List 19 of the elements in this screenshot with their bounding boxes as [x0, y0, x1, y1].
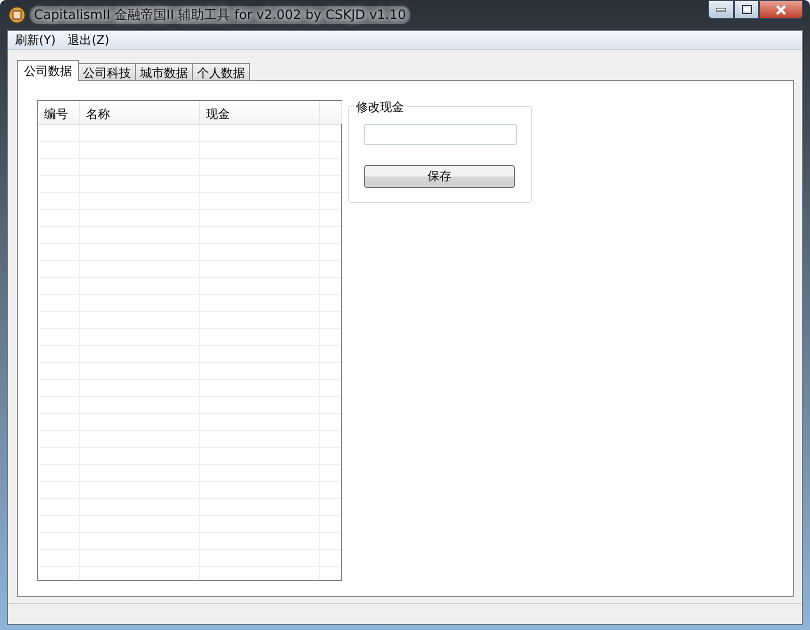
group-title: 修改现金 [354, 99, 406, 116]
maximize-button[interactable] [734, 0, 759, 19]
maximize-icon [742, 5, 752, 14]
tab[interactable]: 个人数据 [192, 63, 250, 80]
cash-input[interactable] [364, 124, 517, 145]
menu-item[interactable]: 退出(Z) [62, 32, 116, 48]
tab[interactable]: 公司数据 [17, 60, 79, 81]
close-icon [775, 4, 787, 14]
column-header: 编号 [38, 101, 80, 124]
app-icon [8, 6, 26, 24]
column-header: 名称 [80, 101, 200, 124]
save-button[interactable]: 保存 [364, 165, 515, 188]
tab[interactable]: 城市数据 [135, 63, 193, 80]
minimize-icon [716, 8, 726, 12]
column-header: 现金 [200, 101, 320, 124]
tab[interactable]: 公司科技 [78, 63, 136, 80]
close-button[interactable] [759, 0, 803, 19]
minimize-button[interactable] [708, 0, 734, 19]
menu-item[interactable]: 刷新(Y) [10, 32, 63, 48]
